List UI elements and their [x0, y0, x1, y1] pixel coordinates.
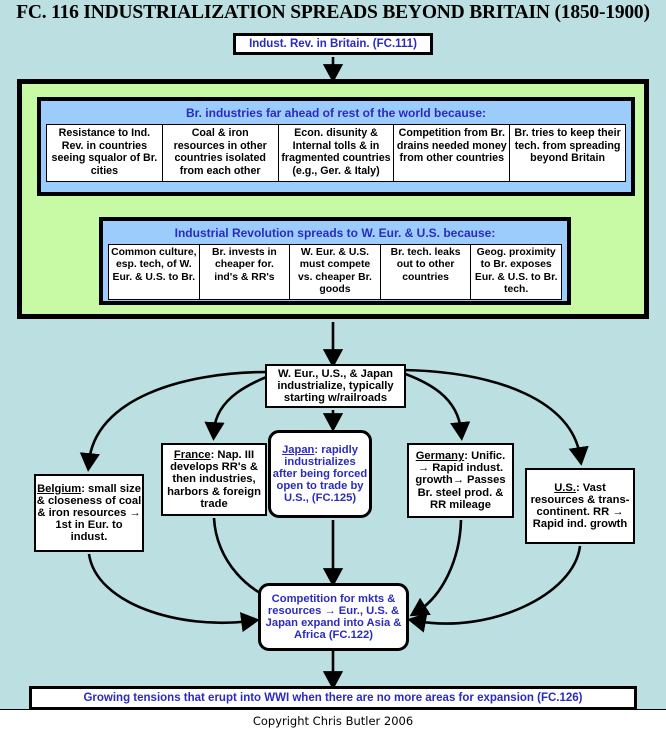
node-belgium-name: Belgium — [37, 482, 82, 495]
node-wwi-tensions[interactable]: Growing tensions that erupt into WWI whe… — [29, 686, 637, 710]
green-panel: Br. industries far ahead of rest of the … — [17, 79, 649, 319]
node-japan[interactable]: Japan: rapidly industrializes after bein… — [268, 430, 372, 518]
node-industrialize-railroads[interactable]: W. Eur., U.S., & Japan industrialize, ty… — [265, 364, 406, 408]
panel-two-cell-5: Geog. proximity to Br. exposes Eur. & U.… — [470, 245, 561, 300]
panel-two-heading: Industrial Revolution spreads to W. Eur.… — [174, 226, 496, 240]
panel-two-cell-3: W. Eur. & U.S. must compete vs. cheaper … — [289, 245, 380, 300]
panel-two-cell-2: Br. invests in cheaper for. ind's & RR's — [198, 245, 290, 300]
node-industrial-revolution-britain[interactable]: Indust. Rev. in Britain. (FC.111) — [233, 33, 433, 55]
panel-one-cell-1: Resistance to Ind. Rev. in countries see… — [51, 127, 158, 177]
panel-one-cell-4: Competition from Br. drains needed money… — [393, 125, 509, 181]
flowchart-canvas: FC. 116 INDUSTRIALIZATION SPREADS BEYOND… — [0, 0, 666, 734]
panel-one-heading: Br. industries far ahead of rest of the … — [185, 106, 487, 120]
copyright-footer: Copyright Chris Butler 2006 — [0, 709, 666, 734]
panel-two-cell-4: Br. tech. leaks out to other countries — [379, 245, 471, 300]
node-germany-name: Germany — [415, 450, 465, 463]
panel-two-cell-1: Common culture, esp. tech, of W. Eur. & … — [111, 247, 197, 283]
panel-one-cell-2: Coal & iron resources in other countries… — [161, 125, 278, 181]
panel-one-cell-3: Econ. disunity & Internal tolls & in fra… — [277, 125, 394, 181]
node-japan-name: Japan — [282, 443, 315, 456]
node-france-name: France — [173, 449, 211, 462]
panel-one-cells: Resistance to Ind. Rev. in countries see… — [46, 124, 626, 182]
node-us-text: : Vast resources & trans-continent. RR →… — [530, 481, 630, 531]
node-competition-expansion[interactable]: Competition for mkts & resources → Eur.,… — [258, 583, 409, 651]
panel-one-cell-5: Br. tries to keep their tech. from sprea… — [509, 125, 625, 181]
node-us-name: U.S. — [554, 481, 576, 494]
panel-two-cells: Common culture, esp. tech, of W. Eur. & … — [108, 244, 562, 301]
page-title: FC. 116 INDUSTRIALIZATION SPREADS BEYOND… — [16, 2, 650, 23]
panel-britain-ahead: Br. industries far ahead of rest of the … — [37, 97, 635, 196]
node-belgium[interactable]: Belgium: small size & closeness of coal … — [34, 474, 144, 552]
panel-revolution-spreads: Industrial Revolution spreads to W. Eur.… — [99, 217, 571, 305]
node-united-states[interactable]: U.S.: Vast resources & trans-continent. … — [525, 468, 635, 544]
node-france[interactable]: France: Nap. III develops RR's & then in… — [161, 443, 267, 516]
node-germany[interactable]: Germany: Unific. → Rapid indust. growth→… — [407, 443, 514, 518]
